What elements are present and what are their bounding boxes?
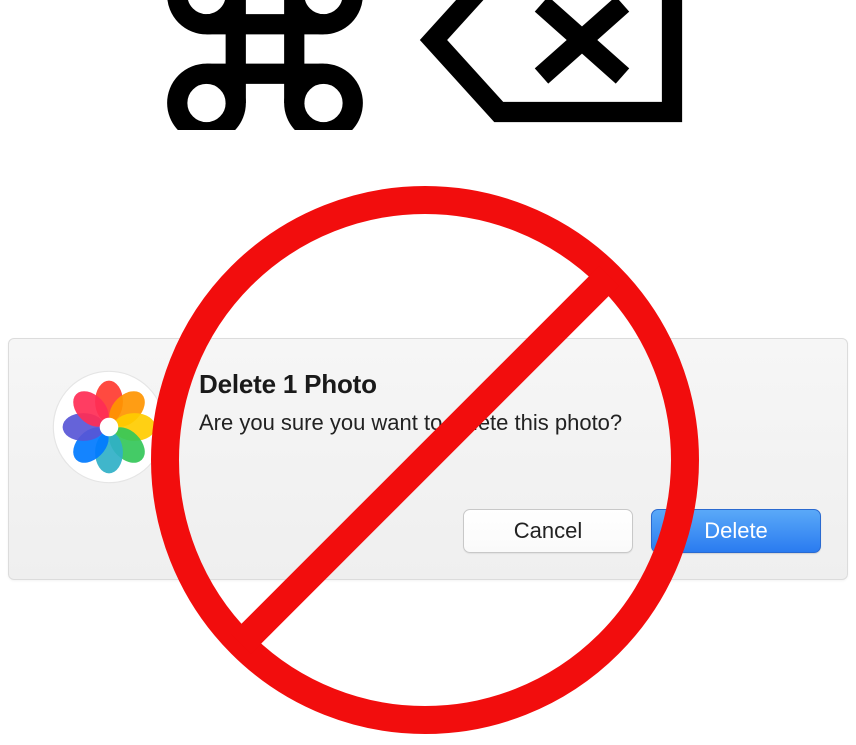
dialog-button-row: Cancel Delete bbox=[199, 509, 821, 553]
cancel-button[interactable]: Cancel bbox=[463, 509, 633, 553]
delete-key-icon bbox=[410, 0, 700, 135]
photos-app-icon bbox=[39, 369, 179, 479]
dialog-message: Are you sure you want to delete this pho… bbox=[199, 408, 821, 438]
delete-button[interactable]: Delete bbox=[651, 509, 821, 553]
delete-confirmation-dialog: Delete 1 Photo Are you sure you want to … bbox=[8, 338, 848, 580]
keyboard-shortcut-row bbox=[150, 0, 700, 135]
dialog-title: Delete 1 Photo bbox=[199, 369, 821, 400]
command-key-icon bbox=[150, 0, 380, 135]
dialog-text: Delete 1 Photo Are you sure you want to … bbox=[199, 369, 821, 438]
